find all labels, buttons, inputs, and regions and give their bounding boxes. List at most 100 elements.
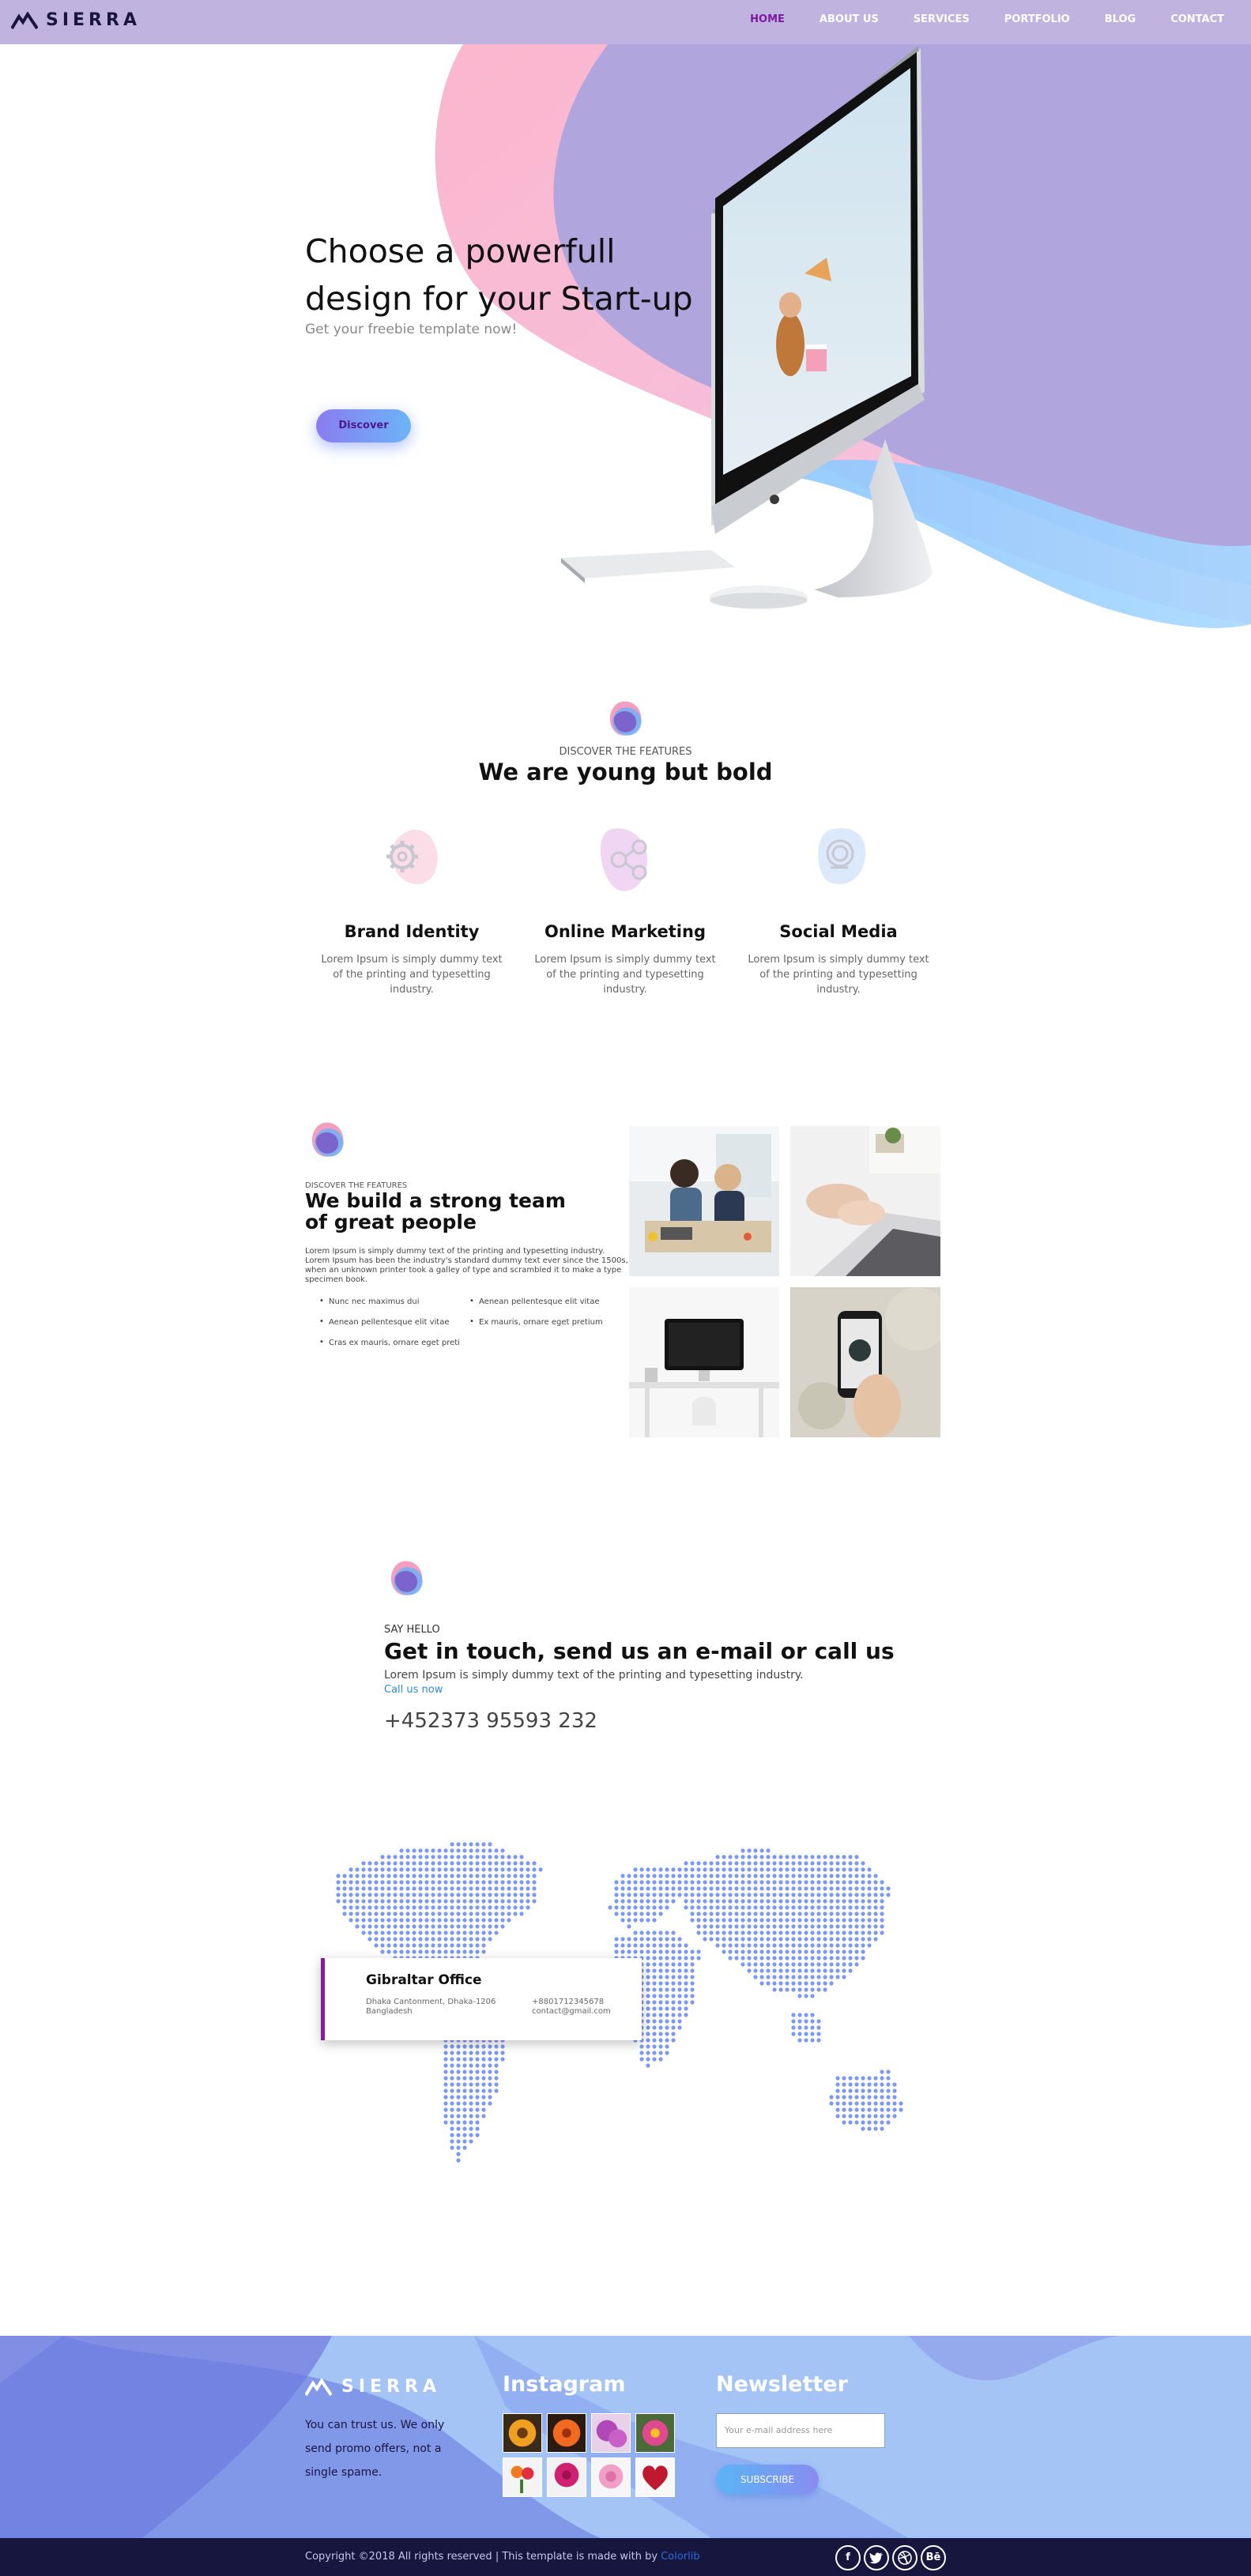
map-dot	[867, 2076, 872, 2081]
behance-icon[interactable]: Bē	[921, 2545, 946, 2570]
map-dot	[810, 1994, 815, 1998]
map-dot	[658, 1886, 663, 1891]
map-dot	[399, 1943, 404, 1948]
map-dot	[861, 1861, 865, 1866]
discover-button[interactable]: Discover	[316, 409, 411, 443]
map-dot	[703, 1937, 707, 1941]
map-dot	[709, 1867, 714, 1872]
instagram-photo[interactable]	[591, 2457, 631, 2497]
section-blob-icon	[609, 701, 642, 736]
map-dot	[494, 2044, 499, 2049]
instagram-photo[interactable]	[503, 2457, 542, 2497]
facebook-icon[interactable]: f	[835, 2545, 861, 2570]
map-dot	[361, 1918, 366, 1923]
map-dot	[526, 1905, 530, 1910]
map-dot	[696, 1905, 701, 1910]
map-dot	[842, 2088, 846, 2093]
map-dot	[690, 1905, 695, 1910]
map-dot	[437, 1943, 442, 1948]
map-dot	[854, 1949, 859, 1954]
contact-title: Get in touch, send us an e-mail or call …	[384, 1638, 895, 1664]
map-dot	[684, 1968, 688, 1973]
map-dot	[519, 1899, 524, 1904]
map-dot	[424, 1911, 429, 1916]
map-dot	[899, 2107, 903, 2112]
subscribe-button[interactable]: SUBSCRIBE	[716, 2465, 819, 2495]
map-dot	[393, 1886, 398, 1891]
map-dot	[646, 1975, 650, 1979]
instagram-photo[interactable]	[591, 2413, 631, 2453]
map-dot	[722, 1918, 726, 1923]
map-dot	[488, 1855, 492, 1859]
site-logo[interactable]: SIERRA	[11, 10, 141, 30]
map-dot	[810, 1874, 815, 1878]
map-dot	[671, 1937, 676, 1941]
map-dot	[399, 1848, 404, 1853]
map-dot	[462, 1899, 467, 1904]
map-dot	[709, 1911, 714, 1916]
features-title: We are young but bold	[478, 759, 773, 785]
nav-home[interactable]: HOME	[750, 13, 785, 25]
map-dot	[810, 1924, 815, 1929]
map-dot	[494, 1924, 499, 1929]
call-us-link[interactable]: Call us now	[384, 1684, 443, 1696]
map-dot	[450, 1937, 454, 1941]
map-dot	[816, 1911, 821, 1916]
map-dot	[639, 1899, 644, 1904]
map-dot	[405, 1905, 410, 1910]
dribbble-icon[interactable]	[892, 2545, 918, 2570]
map-dot	[671, 1930, 676, 1935]
map-dot	[823, 1918, 827, 1923]
map-dot	[393, 1911, 398, 1916]
map-dot	[772, 1911, 777, 1916]
map-dot	[785, 1943, 789, 1948]
map-dot	[816, 1981, 821, 1986]
nav-services[interactable]: SERVICES	[914, 13, 970, 25]
map-dot	[475, 1918, 480, 1923]
map-dot	[797, 2038, 802, 2043]
instagram-photo[interactable]	[503, 2413, 542, 2453]
instagram-photo[interactable]	[547, 2457, 586, 2497]
map-dot	[639, 1949, 644, 1954]
map-dot	[488, 1911, 492, 1916]
map-dot	[665, 2019, 669, 2024]
map-dot	[728, 1855, 733, 1859]
map-dot	[734, 1943, 739, 1948]
map-dot	[462, 2133, 467, 2137]
map-dot	[804, 1880, 808, 1885]
map-dot	[677, 2000, 682, 2005]
map-dot	[658, 1880, 663, 1885]
map-dot	[519, 1886, 524, 1891]
map-dot	[431, 1943, 435, 1948]
nav-portfolio[interactable]: PORTFOLIO	[1004, 13, 1070, 25]
map-dot	[747, 1968, 752, 1973]
map-dot	[418, 1848, 423, 1853]
twitter-icon[interactable]	[864, 2545, 889, 2570]
map-dot	[443, 1930, 448, 1935]
footer-logo[interactable]: SIERRA	[305, 2377, 441, 2397]
map-dot	[715, 1911, 720, 1916]
map-dot	[437, 1918, 442, 1923]
map-dot	[715, 1937, 720, 1941]
instagram-photo[interactable]	[635, 2413, 675, 2453]
mountain-icon	[11, 11, 38, 29]
map-dot	[488, 1918, 492, 1923]
nav-about-us[interactable]: ABOUT US	[820, 13, 879, 25]
instagram-photo[interactable]	[547, 2413, 586, 2453]
map-dot	[854, 1874, 859, 1878]
newsletter-email-input[interactable]: Your e-mail address here	[716, 2413, 885, 2448]
map-dot	[861, 1924, 865, 1929]
office-email[interactable]: contact@gmail.com	[532, 2007, 611, 2016]
map-dot	[374, 1943, 379, 1948]
map-dot	[456, 2133, 461, 2137]
map-dot	[785, 1924, 789, 1929]
nav-blog[interactable]: BLOG	[1105, 13, 1136, 25]
instagram-photo[interactable]	[635, 2457, 675, 2497]
map-dot	[349, 1899, 353, 1904]
feature-text: Lorem Ipsum is simply dummy text of the …	[748, 954, 929, 996]
map-dot	[778, 1874, 783, 1878]
map-dot	[816, 1874, 821, 1878]
map-dot	[867, 1899, 872, 1904]
nav-contact[interactable]: CONTACT	[1170, 13, 1224, 25]
credit-link[interactable]: Colorlib	[661, 2551, 699, 2563]
